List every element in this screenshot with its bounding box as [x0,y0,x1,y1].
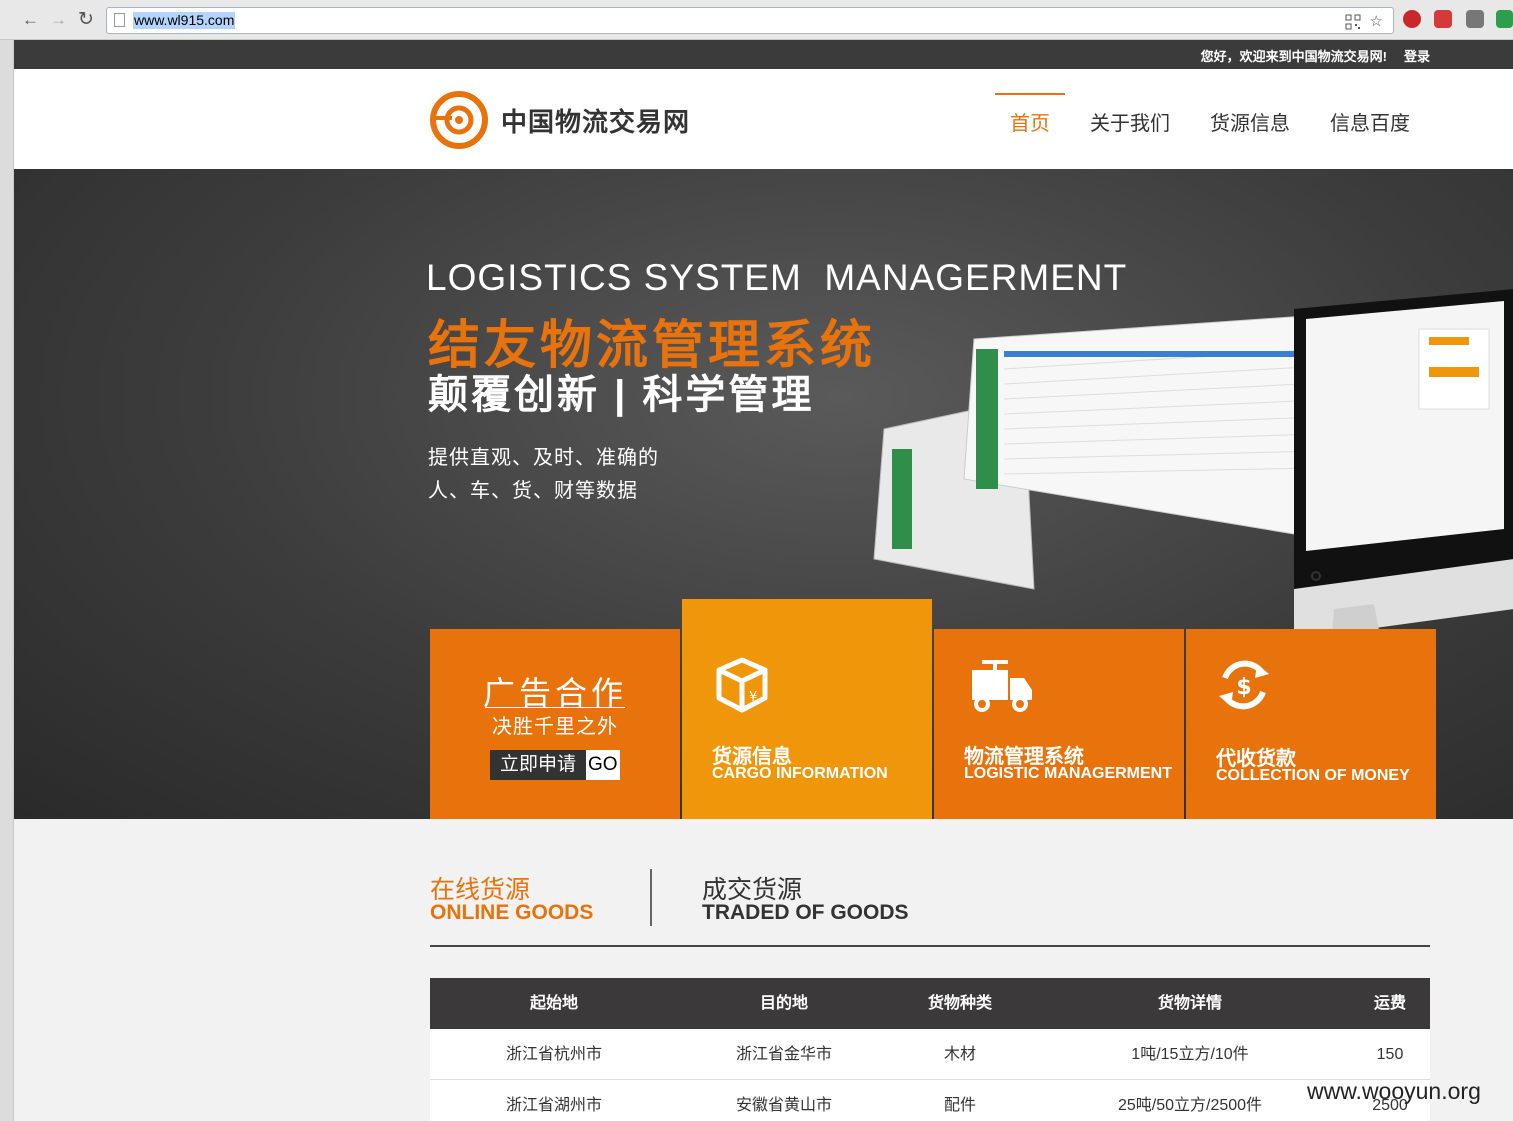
welcome-text: 您好，欢迎来到中国物流交易网! [1200,49,1387,64]
hero-description-line1: 提供直观、及时、准确的 [428,447,659,469]
money-cycle-icon: $ [1219,660,1269,710]
extension-green-icon[interactable] [1496,10,1513,28]
nav-item-baike[interactable]: 信息百度 [1330,107,1410,136]
cell-origin: 浙江省杭州市 [505,1046,602,1063]
tab-online-goods-en[interactable]: ONLINE GOODS [430,901,593,925]
page-icon [114,13,125,27]
logo-icon[interactable] [430,91,488,149]
tab-traded-goods-en[interactable]: TRADED OF GOODS [702,901,909,925]
table-row[interactable]: 浙江省湖州市 安徽省黄山市 配件 25吨/50立方/2500件 2500 [430,1080,1430,1121]
goods-table: 起始地 目的地 货物种类 货物详情 运费 浙江省杭州市 浙江省金华市 木材 1吨… [430,978,1430,1121]
cell-goods-detail: 1吨/15立方/10件 [1131,1046,1249,1063]
nav-item-home[interactable]: 首页 [1010,107,1050,136]
left-window-edge [0,40,14,1121]
forward-button[interactable]: → [50,10,67,30]
top-welcome-bar: 您好，欢迎来到中国物流交易网! 登录 [14,40,1513,69]
cell-destination: 浙江省金华市 [735,1046,832,1063]
cell-goods-type: 木材 [943,1046,976,1063]
nav-item-about[interactable]: 关于我们 [1090,107,1170,136]
cargo-box-icon: ¥ [716,657,768,713]
col-goods-detail: 货物详情 [1157,995,1222,1012]
feature-logistics-en: LOGISTIC MANAGERMENT [964,765,1172,782]
cell-destination: 安徽省黄山市 [735,1097,832,1114]
table-header: 起始地 目的地 货物种类 货物详情 运费 [430,978,1430,1029]
cell-goods-detail: 25吨/50立方/2500件 [1117,1097,1263,1114]
browser-toolbar: ← → ↻ www.wl915.com ☆ [0,0,1513,40]
col-destination: 目的地 [759,995,808,1012]
feature-collection-en: COLLECTION OF MONEY [1216,767,1410,784]
qr-and-bookmark-icons[interactable]: ☆ [1345,12,1387,30]
reload-button[interactable]: ↻ [78,10,94,30]
go-button[interactable]: GO [586,750,620,780]
address-bar[interactable]: www.wl915.com ☆ [106,7,1394,34]
svg-text:¥: ¥ [749,690,757,705]
cell-freight: 150 [1376,1046,1404,1063]
watermark-text: www.wooyun.org [1307,1078,1481,1104]
qr-code-icon[interactable] [1345,14,1361,30]
tab-divider [650,869,652,926]
ad-title-underline [485,707,625,708]
apply-button[interactable]: 立即申请 GO [490,750,620,780]
apply-button-label[interactable]: 立即申请 [490,750,587,780]
hero-slogan: 颠覆创新 | 科学管理 [428,373,815,417]
back-button[interactable]: ← [22,10,39,30]
extension-record-icon[interactable] [1403,10,1421,28]
col-freight: 运费 [1373,995,1406,1012]
hero-description-line2: 人、车、货、财等数据 [428,480,638,502]
svg-text:$: $ [1236,675,1251,700]
feature-cargo-en: CARGO INFORMATION [712,765,888,782]
nav-item-cargo[interactable]: 货源信息 [1210,107,1290,136]
truck-icon [972,660,1032,712]
url-text[interactable]: www.wl915.com [133,12,236,29]
site-header: 中国物流交易网 首页 关于我们 货源信息 信息百度 [14,69,1513,169]
nav-active-indicator [995,93,1065,95]
cell-goods-type: 配件 [943,1097,976,1114]
col-origin: 起始地 [529,995,578,1012]
extension-hand-icon[interactable] [1466,10,1484,28]
login-link[interactable]: 登录 [1404,46,1430,65]
bookmark-star-icon[interactable]: ☆ [1370,13,1387,30]
tab-underline [430,945,1430,947]
logo-text[interactable]: 中国物流交易网 [501,102,690,139]
cell-origin: 浙江省湖州市 [505,1097,602,1114]
extension-fe-icon[interactable] [1434,10,1452,28]
ad-subtitle: 决胜千里之外 [492,716,618,738]
table-row[interactable]: 浙江省杭州市 浙江省金华市 木材 1吨/15立方/10件 150 [430,1029,1430,1080]
col-goods-type: 货物种类 [927,995,992,1012]
